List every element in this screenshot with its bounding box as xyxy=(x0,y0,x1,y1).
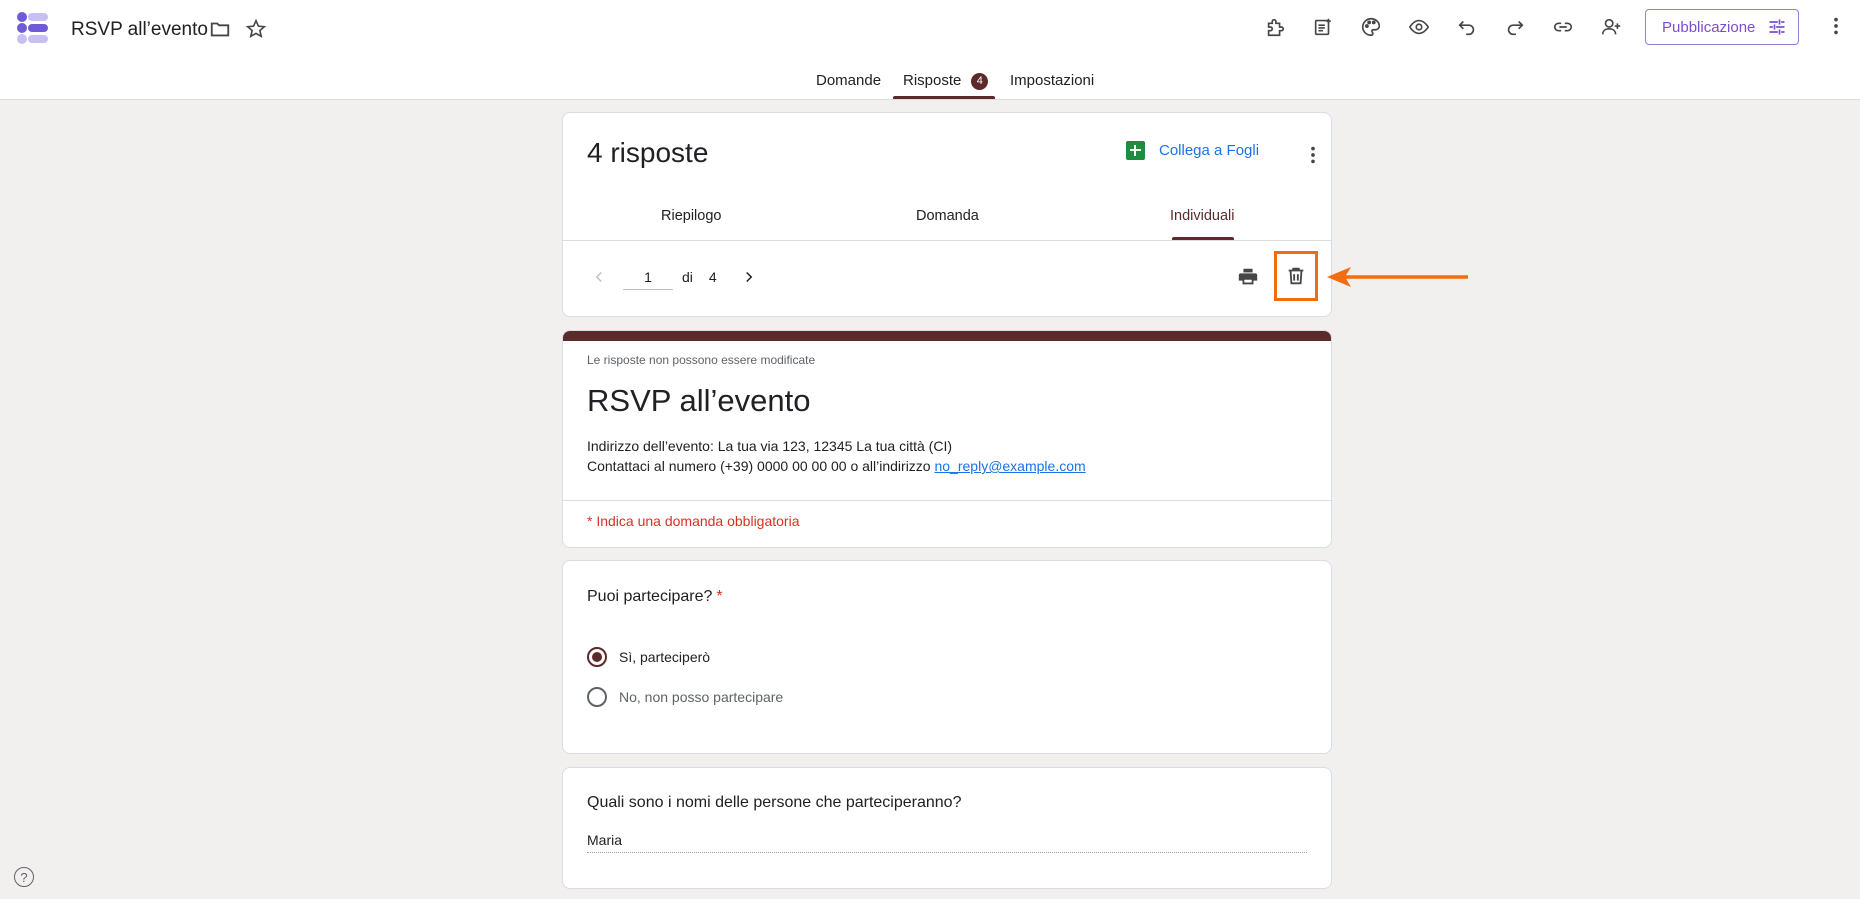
question-card-attendance: Puoi partecipare? * Sì, parteciperò No, n… xyxy=(562,560,1332,754)
form-header-card: Le risposte non possono essere modificat… xyxy=(562,330,1332,548)
publish-label: Pubblicazione xyxy=(1662,18,1756,36)
contact-line: Contattaci al numero (+39) 0000 00 00 00… xyxy=(587,456,1086,476)
more-vert-icon[interactable] xyxy=(1822,12,1850,40)
question-card-names: Quali sono i nomi delle persone che part… xyxy=(562,767,1332,889)
main-tabs: Domande Risposte 4 Impostazioni xyxy=(0,64,1860,100)
print-icon[interactable] xyxy=(1234,263,1262,291)
delete-response-button[interactable] xyxy=(1274,251,1318,301)
responses-summary-card: 4 risposte Collega a Fogli Riepilogo Dom… xyxy=(562,112,1332,317)
responses-count-badge: 4 xyxy=(971,73,989,90)
radio-unchecked-icon xyxy=(587,687,607,707)
no-edit-note: Le risposte non possono essere modificat… xyxy=(587,353,816,367)
responses-count-title: 4 risposte xyxy=(587,137,709,168)
app-header: RSVP all’evento Pubblicazione Domande Ri… xyxy=(0,0,1860,100)
answer-text: Maria xyxy=(587,832,1307,853)
active-tab-indicator xyxy=(893,96,995,99)
chevron-right-icon[interactable] xyxy=(737,265,761,289)
sheets-icon xyxy=(1126,141,1145,160)
divider xyxy=(563,240,1331,241)
link-to-sheets-label: Collega a Fogli xyxy=(1159,142,1260,159)
palette-icon[interactable] xyxy=(1357,13,1385,41)
tune-icon xyxy=(1769,19,1785,35)
required-asterisk: * xyxy=(716,588,723,605)
form-title: RSVP all’evento xyxy=(587,383,811,418)
delete-icon xyxy=(1288,267,1304,285)
tab-settings[interactable]: Impostazioni xyxy=(1010,72,1094,89)
required-note: * Indica una domanda obbligatoria xyxy=(587,513,800,529)
option-label: No, non posso partecipare xyxy=(619,689,784,705)
divider xyxy=(563,500,1331,501)
link-icon[interactable] xyxy=(1549,13,1577,41)
theme-bar xyxy=(563,331,1331,341)
question-title: Puoi partecipare? * xyxy=(587,588,723,606)
question-title: Quali sono i nomi delle persone che part… xyxy=(587,794,962,811)
redo-icon[interactable] xyxy=(1501,13,1529,41)
address-line: Indirizzo dell’evento: La tua via 123, 1… xyxy=(587,438,952,454)
form-description: Indirizzo dell’evento: La tua via 123, 1… xyxy=(587,436,1086,476)
contact-prefix: Contattaci al numero (+39) 0000 00 00 00… xyxy=(587,458,935,474)
question-title-text: Puoi partecipare? xyxy=(587,588,713,605)
tab-summary[interactable]: Riepilogo xyxy=(661,208,721,224)
folder-icon[interactable] xyxy=(206,15,234,43)
radio-option-no[interactable]: No, non posso partecipare xyxy=(587,687,783,707)
arrow-annotation xyxy=(1327,267,1468,287)
tab-responses-label: Risposte xyxy=(903,72,962,89)
publish-button[interactable]: Pubblicazione xyxy=(1645,9,1799,45)
more-vert-icon[interactable] xyxy=(1299,141,1327,169)
help-icon[interactable]: ? xyxy=(14,867,34,887)
tab-individual[interactable]: Individuali xyxy=(1170,208,1235,224)
contact-email-link[interactable]: no_reply@example.com xyxy=(934,458,1085,474)
tab-questions[interactable]: Domande xyxy=(816,72,881,89)
response-pager: di 4 xyxy=(587,263,761,290)
add-collaborator-icon[interactable] xyxy=(1597,13,1625,41)
star-icon[interactable] xyxy=(242,15,270,43)
addon-icon[interactable] xyxy=(1261,13,1289,41)
undo-icon[interactable] xyxy=(1453,13,1481,41)
tab-question[interactable]: Domanda xyxy=(916,208,979,224)
preview-icon[interactable] xyxy=(1405,13,1433,41)
document-title[interactable]: RSVP all’evento xyxy=(71,19,208,41)
forms-logo-icon[interactable] xyxy=(16,11,50,45)
page-number-input[interactable] xyxy=(623,263,673,290)
customize-icon[interactable] xyxy=(1309,13,1337,41)
chevron-left-icon[interactable] xyxy=(587,265,611,289)
pager-total: 4 xyxy=(708,268,717,285)
tab-responses[interactable]: Risposte 4 xyxy=(903,72,989,90)
radio-checked-icon xyxy=(587,647,607,667)
pager-of-label: di xyxy=(682,268,693,285)
option-label: Sì, parteciperò xyxy=(619,649,711,665)
link-to-sheets-button[interactable]: Collega a Fogli xyxy=(1126,141,1259,160)
radio-option-yes[interactable]: Sì, parteciperò xyxy=(587,647,710,667)
